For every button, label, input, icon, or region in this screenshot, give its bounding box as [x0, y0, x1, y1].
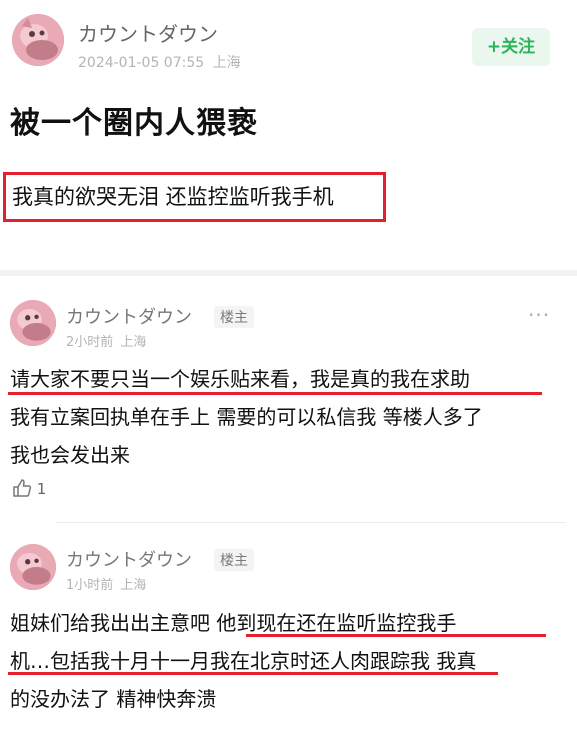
- post-body-text: 我真的欲哭无泪 还监控监听我手机: [12, 185, 334, 209]
- post-timestamp: 2024-01-05 07:55: [78, 55, 205, 71]
- comment-time: 1小时前: [66, 578, 114, 593]
- post-body-highlight: 我真的欲哭无泪 还监控监听我手机: [3, 172, 386, 222]
- comment-location: 上海: [120, 578, 147, 593]
- highlight-underline: [8, 672, 498, 675]
- comment-meta: 2小时前 上海: [66, 331, 146, 350]
- avatar-image-icon: [10, 544, 56, 590]
- comment-line: 我也会发出来: [10, 443, 130, 467]
- like-button[interactable]: 1: [12, 478, 46, 498]
- post-meta: 2024-01-05 07:55 上海: [78, 52, 241, 72]
- post-location: 上海: [212, 55, 241, 71]
- comment-line: 的没办法了 精神快奔溃: [10, 687, 217, 711]
- thumbs-up-icon: [13, 479, 32, 497]
- post-author-avatar[interactable]: [12, 14, 64, 66]
- comment-text: 姐妹们给我出出主意吧 他到现在还在监听监控我手 机…包括我十月十一月我在北京时还…: [10, 604, 570, 718]
- highlight-underline: [246, 634, 546, 637]
- comment-meta: 1小时前 上海: [66, 574, 146, 593]
- post-title: 被一个圈内人猥亵: [10, 106, 258, 141]
- post-author-name[interactable]: カウントダウン: [78, 18, 218, 47]
- comment-author-name[interactable]: カウントダウン: [66, 546, 192, 572]
- more-options-icon[interactable]: ···: [528, 303, 550, 327]
- comment-time: 2小时前: [66, 335, 114, 350]
- follow-button[interactable]: +关注: [472, 28, 550, 66]
- comment-avatar[interactable]: [10, 544, 56, 590]
- comment-line: 我有立案回执单在手上 需要的可以私信我 等楼人多了: [10, 405, 483, 429]
- like-count: 1: [36, 480, 47, 498]
- comment-avatar[interactable]: [10, 300, 56, 346]
- op-badge: 楼主: [214, 306, 254, 328]
- comment-location: 上海: [120, 335, 147, 350]
- avatar-image-icon: [12, 14, 64, 66]
- op-badge: 楼主: [214, 549, 254, 571]
- section-divider: [0, 270, 577, 276]
- comment-text: 请大家不要只当一个娱乐贴来看，我是真的我在求助 我有立案回执单在手上 需要的可以…: [10, 360, 570, 474]
- comment-author-name[interactable]: カウントダウン: [66, 303, 192, 329]
- comment-divider: [56, 522, 566, 523]
- avatar-image-icon: [10, 300, 56, 346]
- highlight-underline: [8, 392, 542, 395]
